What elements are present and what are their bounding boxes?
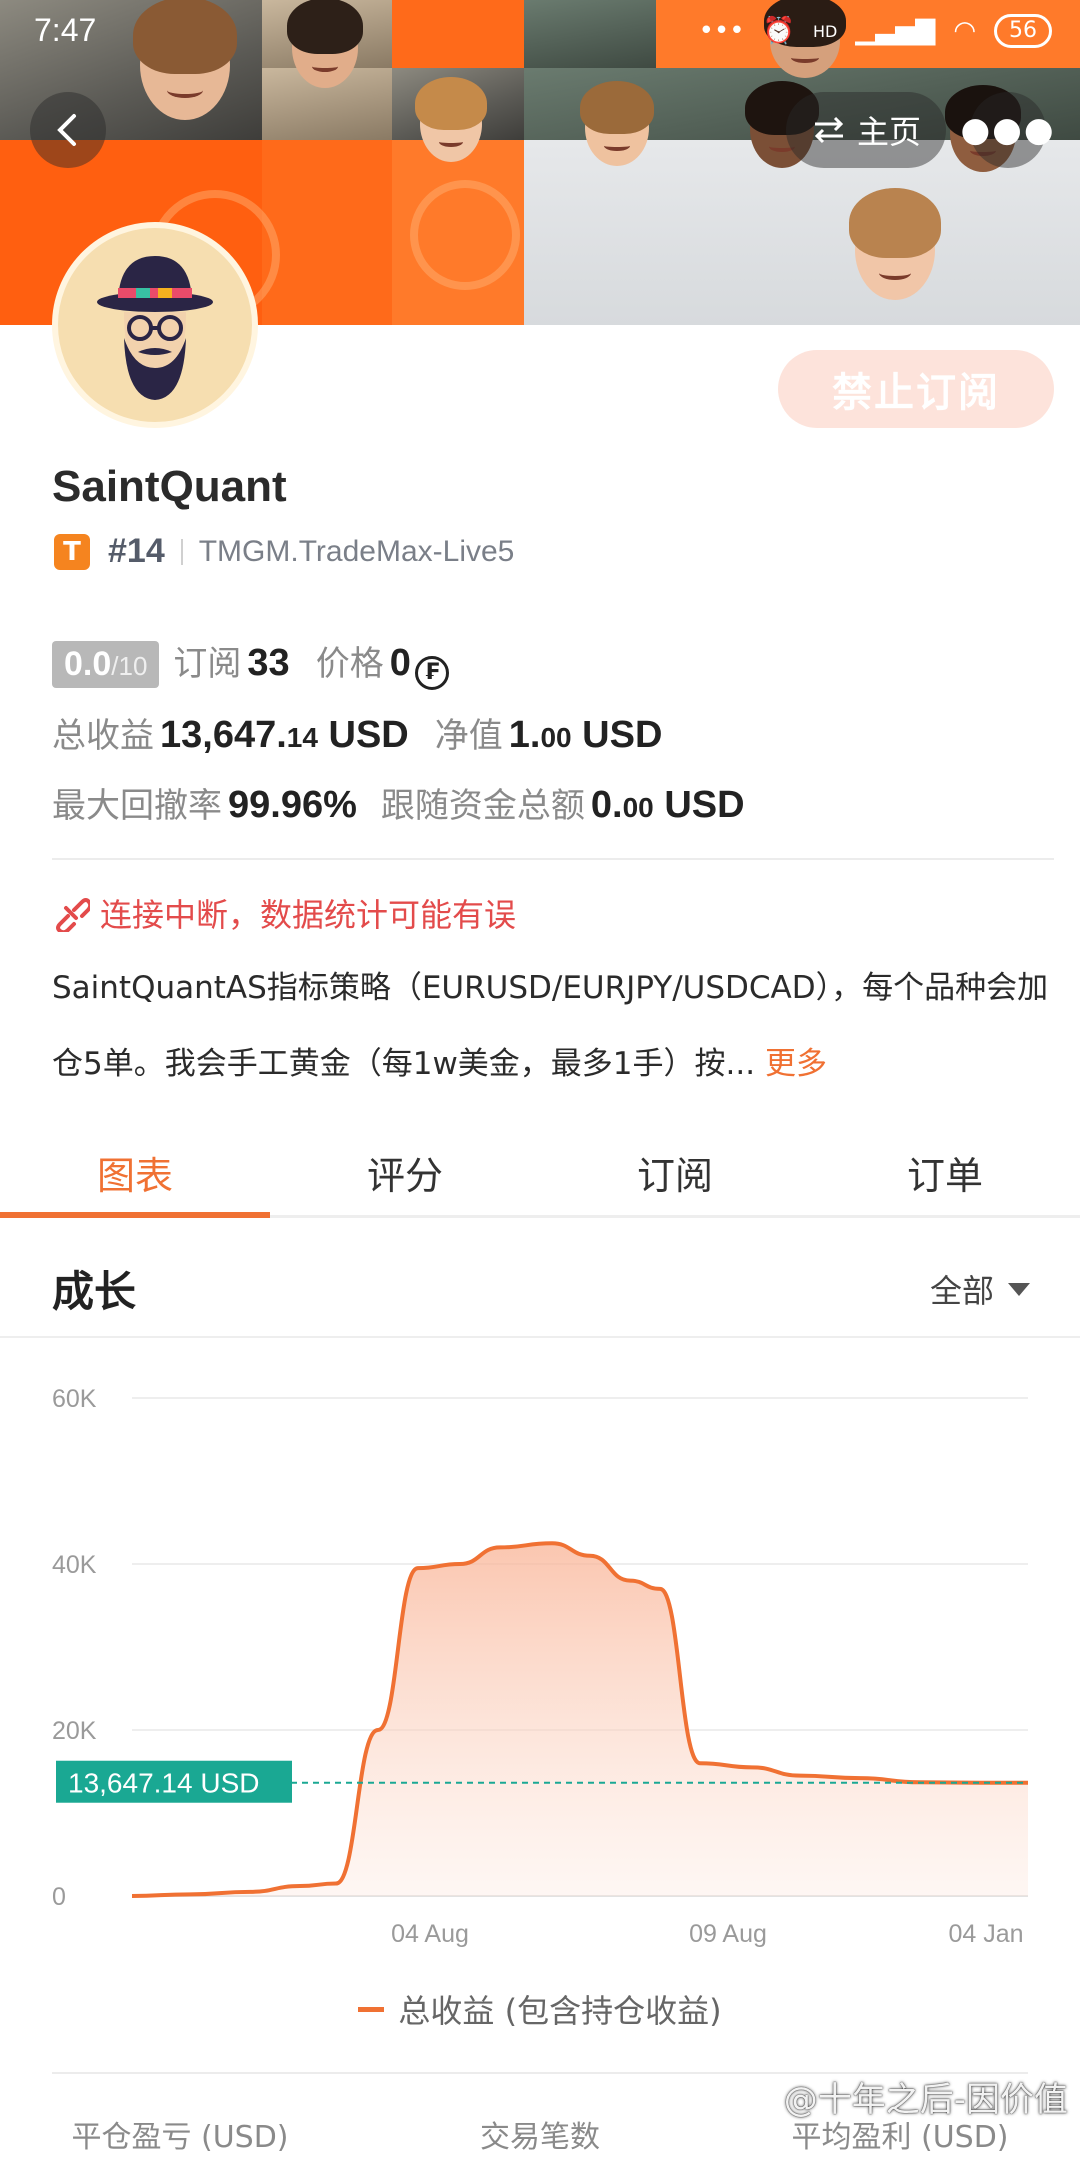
- expand-description-link[interactable]: 更多: [765, 1046, 827, 1082]
- subs-value: 33: [247, 642, 290, 684]
- strategy-description: SaintQuantAS指标策略（EURUSD/EURJPY/USDCAD），每…: [52, 950, 1052, 1102]
- cover-person-face: [579, 80, 655, 166]
- score-max: /10: [111, 651, 148, 681]
- caret-down-icon: [1008, 1282, 1030, 1296]
- status-time: 7:47: [34, 12, 97, 48]
- y-tick-label: 0: [52, 1883, 66, 1911]
- growth-area: [132, 1543, 1028, 1896]
- avatar[interactable]: [52, 222, 258, 428]
- price-label: 价格: [315, 644, 384, 684]
- total-profit-dec: 14: [286, 722, 318, 753]
- cover-person-face: [415, 76, 487, 162]
- max-drawdown-label: 最大回撤率: [52, 786, 222, 826]
- follow-funds-int: 0.: [590, 784, 623, 826]
- net-value-value: 1.00 USD: [509, 714, 663, 757]
- subs-label: 订阅: [173, 644, 242, 684]
- net-value-unit: USD: [582, 714, 663, 756]
- total-profit-int: 13,647.: [160, 714, 287, 756]
- cover-color-tile: [262, 140, 392, 325]
- description-text: SaintQuantAS指标策略（EURUSD/EURJPY/USDCAD），每…: [52, 970, 1049, 1082]
- notification-dots-icon: •••: [698, 16, 745, 46]
- rank-number: #14: [108, 532, 165, 570]
- legend-swatch: [358, 2006, 385, 2012]
- follow-funds-value: 0.00 USD: [591, 784, 745, 827]
- range-dropdown[interactable]: 全部: [930, 1266, 1030, 1312]
- tab-rating[interactable]: 评分: [270, 1130, 540, 1215]
- y-tick-label: 40K: [52, 1551, 97, 1579]
- max-drawdown-value: 99.96%: [228, 784, 357, 826]
- tier-badge: T: [54, 533, 90, 570]
- stats-row-1: 0.0/10 订阅 33 价格 0 ₣: [52, 636, 449, 690]
- x-axis-ticks: 04 Aug 09 Aug 04 Jan: [391, 1920, 1023, 1948]
- total-profit-unit: USD: [328, 714, 409, 756]
- growth-chart: 0 20K 40K 60K 04 Aug 09 Aug 04 Jan 13,647.14 …: [0, 1340, 1080, 2040]
- follow-funds-label: 跟随资金总额: [380, 786, 585, 826]
- current-value-label: 13,647.14 USD: [68, 1768, 259, 1799]
- range-value: 全部: [929, 1272, 994, 1310]
- total-profit-label: 总收益: [52, 716, 154, 756]
- wifi-icon: ◠: [953, 16, 976, 46]
- status-icons: ••• ⏰ HD ▁▃▅▇ ◠ 56: [699, 14, 1052, 48]
- follow-funds-dec: 00: [622, 792, 654, 823]
- signal-icon: ▁▃▅▇: [855, 16, 936, 46]
- closed-pnl-label: 平仓盈亏 (USD): [71, 2120, 289, 2155]
- home-button[interactable]: 主页: [786, 92, 946, 168]
- block-subscribe-button[interactable]: 禁止订阅: [778, 350, 1054, 428]
- legend-label: 总收益 (包含持仓收益): [398, 1992, 722, 2030]
- net-value-int: 1.: [508, 714, 541, 756]
- x-tick-label: 04 Jan: [948, 1920, 1023, 1948]
- chart-legend: 总收益 (包含持仓收益): [0, 1986, 1080, 2032]
- score-value: 0.0: [64, 645, 112, 683]
- cover-person-face: [848, 188, 942, 300]
- x-tick-label: 09 Aug: [689, 1920, 767, 1948]
- home-label: 主页: [856, 113, 921, 151]
- score-badge: 0.0/10: [52, 641, 160, 688]
- chevron-left-icon: [57, 114, 76, 146]
- rank-row: T #14 TMGM.TradeMax-Live5: [54, 532, 514, 571]
- follow-funds-unit: USD: [664, 784, 745, 826]
- trader-name: SaintQuant: [52, 462, 287, 511]
- divider: [52, 858, 1054, 860]
- x-tick-label: 04 Aug: [391, 1920, 469, 1948]
- stats-row-3: 最大回撤率 99.96% 跟随资金总额 0.00 USD: [52, 778, 745, 827]
- trade-count-label: 交易笔数: [480, 2120, 600, 2155]
- net-value-dec: 00: [540, 722, 572, 753]
- warning-text: 连接中断，数据统计可能有误: [100, 896, 517, 934]
- net-value-label: 净值: [434, 716, 503, 756]
- battery-icon: 56: [994, 14, 1052, 48]
- hat-glasses-beard-avatar: [97, 256, 213, 400]
- stats-row-2: 总收益 13,647.14 USD 净值 1.00 USD: [52, 708, 662, 757]
- tab-orders[interactable]: 订单: [810, 1130, 1080, 1215]
- tab-subscriptions[interactable]: 订阅: [540, 1130, 810, 1215]
- swap-arrows-icon: [814, 116, 844, 144]
- growth-chart-svg: 0 20K 40K 60K 04 Aug 09 Aug 04 Jan 13,647.14 …: [52, 1385, 1028, 1948]
- back-button[interactable]: [30, 92, 106, 168]
- profile-tabs: 图表 评分 订阅 订单: [0, 1130, 1080, 1218]
- connection-warning: 连接中断，数据统计可能有误: [52, 890, 516, 936]
- alarm-icon: ⏰: [762, 16, 795, 46]
- y-tick-label: 20K: [52, 1717, 97, 1745]
- growth-section-header: 成长 全部: [0, 1228, 1080, 1338]
- hd-label: HD: [812, 21, 838, 41]
- server-name: TMGM.TradeMax-Live5: [198, 534, 515, 568]
- link-broken-icon: [56, 898, 90, 932]
- coin-icon: ₣: [414, 655, 449, 690]
- ellipsis-icon: ●●●: [960, 110, 1056, 150]
- y-tick-label: 60K: [52, 1385, 97, 1413]
- status-bar: 7:47 ••• ⏰ HD ▁▃▅▇ ◠ 56: [0, 0, 1080, 64]
- cover-pattern: [410, 180, 520, 290]
- tab-chart[interactable]: 图表: [0, 1130, 270, 1218]
- price-value: 0: [389, 642, 411, 684]
- more-options-button[interactable]: ●●●: [961, 92, 1054, 168]
- growth-title: 成长: [52, 1267, 137, 1316]
- y-axis-ticks: 0 20K 40K 60K: [52, 1385, 97, 1911]
- total-profit-value: 13,647.14 USD: [160, 714, 409, 757]
- watermark: @十年之后-因价值: [783, 2080, 1068, 2120]
- divider: [180, 538, 183, 565]
